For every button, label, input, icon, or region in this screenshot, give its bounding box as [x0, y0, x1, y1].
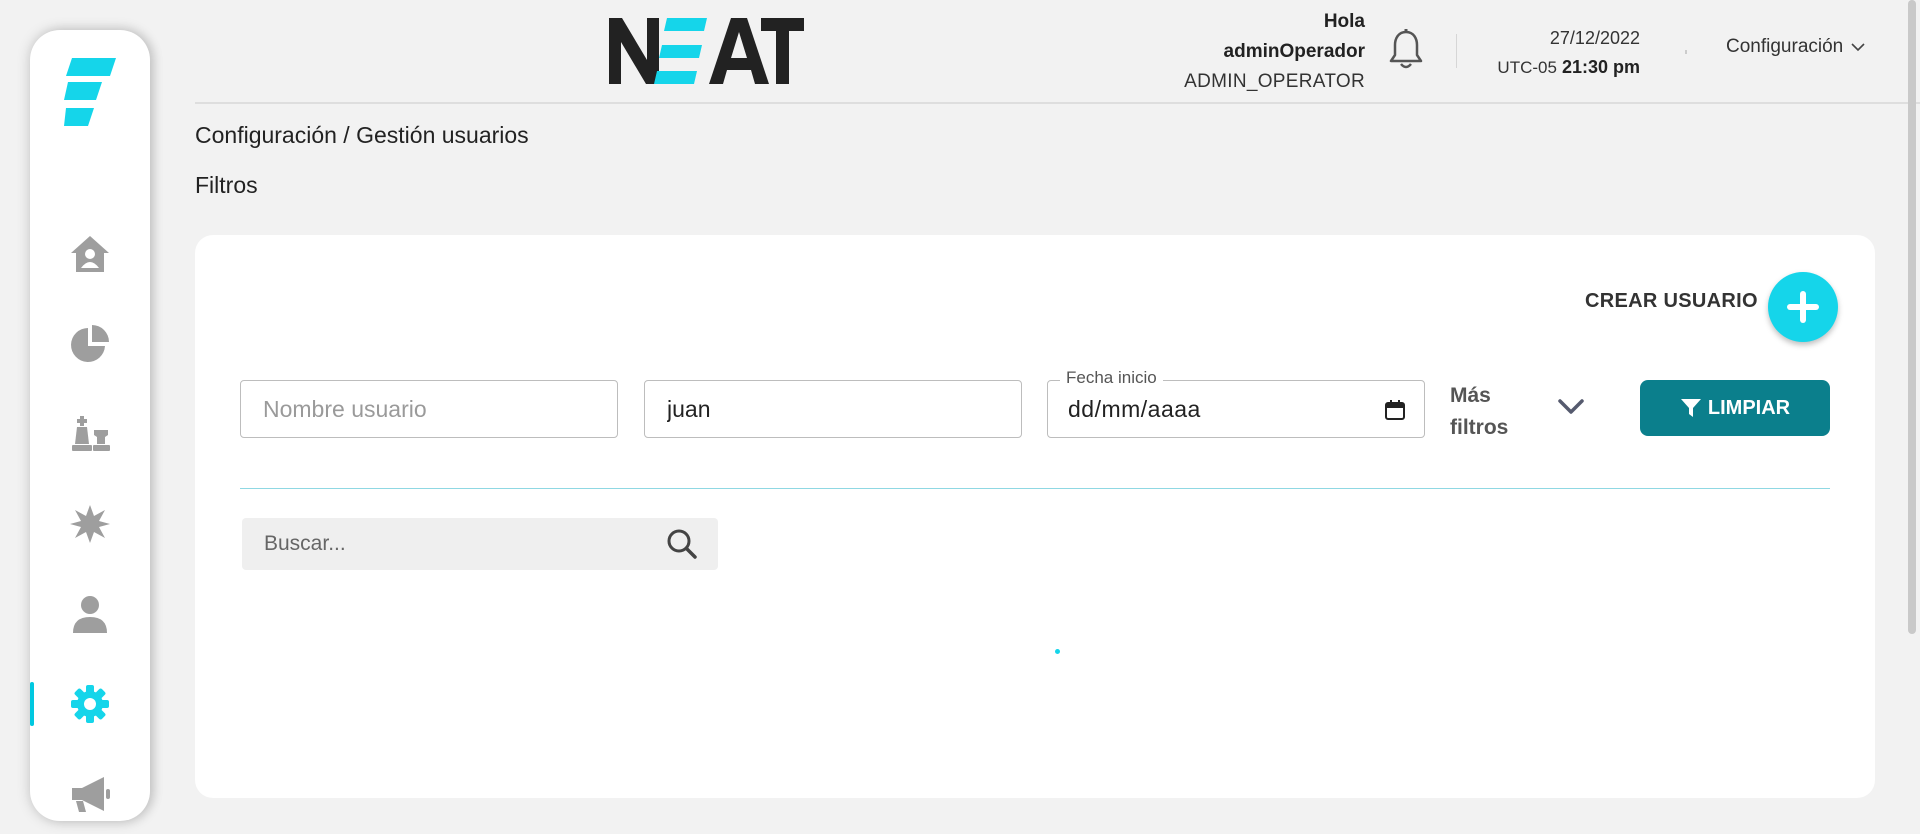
filter-icon [1680, 399, 1701, 417]
name-field[interactable] [644, 380, 1022, 438]
sidebar-item-settings[interactable] [30, 678, 150, 730]
active-indicator [30, 682, 34, 726]
search-box[interactable] [242, 518, 718, 570]
start-date-label: Fecha inicio [1060, 368, 1163, 388]
megaphone-icon [72, 777, 110, 812]
sidebar-item-events[interactable] [30, 498, 150, 550]
page-scrollbar[interactable] [1908, 0, 1916, 634]
username-input[interactable] [261, 394, 597, 424]
timezone: UTC-05 [1497, 58, 1557, 77]
username-field[interactable] [240, 380, 618, 438]
config-dropdown[interactable]: Configuración [1726, 36, 1865, 58]
current-date: 27/12/2022 [1549, 28, 1640, 48]
chevron-down-icon [1851, 43, 1865, 52]
burst-icon [70, 505, 110, 543]
sidebar-item-reports[interactable] [30, 318, 150, 370]
greeting-text: Hola [1323, 11, 1365, 32]
sidebar-item-announcements[interactable] [30, 768, 150, 820]
more-filters-toggle[interactable]: Más filtros [1450, 380, 1508, 444]
datetime: 27/12/2022 UTC-05 21:30 pm [1494, 24, 1640, 82]
search-input[interactable] [262, 531, 666, 557]
user-greeting: Hola adminOperador ADMIN_OPERATOR [1184, 7, 1365, 97]
filters-title: Filtros [195, 172, 258, 198]
user-icon [73, 596, 107, 633]
bell-icon[interactable] [1386, 28, 1426, 72]
config-dropdown-label: Configuración [1726, 36, 1844, 57]
start-date-field[interactable]: dd/mm/aaaa [1047, 380, 1425, 438]
user-role: ADMIN_OPERATOR [1184, 71, 1365, 92]
username: adminOperador [1223, 41, 1365, 62]
neat-logo [609, 18, 804, 84]
filters-divider [240, 488, 1830, 489]
sidebar-item-users[interactable] [30, 588, 150, 640]
clear-filters-button[interactable]: LIMPIAR [1640, 380, 1830, 436]
calendar-icon[interactable] [1384, 399, 1406, 421]
plus-icon [1787, 291, 1819, 323]
name-input[interactable] [665, 394, 1001, 424]
header-divider-dot [1685, 50, 1687, 54]
current-time: 21:30 pm [1561, 57, 1640, 77]
sidebar-item-home[interactable] [30, 228, 150, 280]
search-icon[interactable] [666, 528, 698, 560]
header-border [195, 102, 1920, 104]
create-user-label: CREAR USUARIO [1585, 290, 1758, 312]
pie-chart-icon [71, 325, 109, 362]
breadcrumb: Configuración / Gestión usuarios [195, 122, 529, 148]
more-filters-label-1: Más [1450, 384, 1491, 407]
filters-card [195, 235, 1875, 798]
sidebar-item-strategy[interactable] [30, 408, 150, 460]
app-logo-icon[interactable] [64, 54, 120, 126]
chess-icon [72, 416, 110, 451]
clear-filters-label: LIMPIAR [1707, 396, 1791, 419]
loading-indicator [1055, 649, 1060, 654]
chevron-down-icon[interactable] [1556, 396, 1586, 418]
home-icon [71, 236, 109, 272]
create-user-button[interactable] [1768, 272, 1838, 342]
header-divider [1456, 34, 1457, 68]
sidebar [30, 30, 150, 821]
gear-icon [71, 685, 109, 723]
start-date-value: dd/mm/aaaa [1068, 395, 1201, 422]
more-filters-label-2: filtros [1450, 416, 1509, 439]
